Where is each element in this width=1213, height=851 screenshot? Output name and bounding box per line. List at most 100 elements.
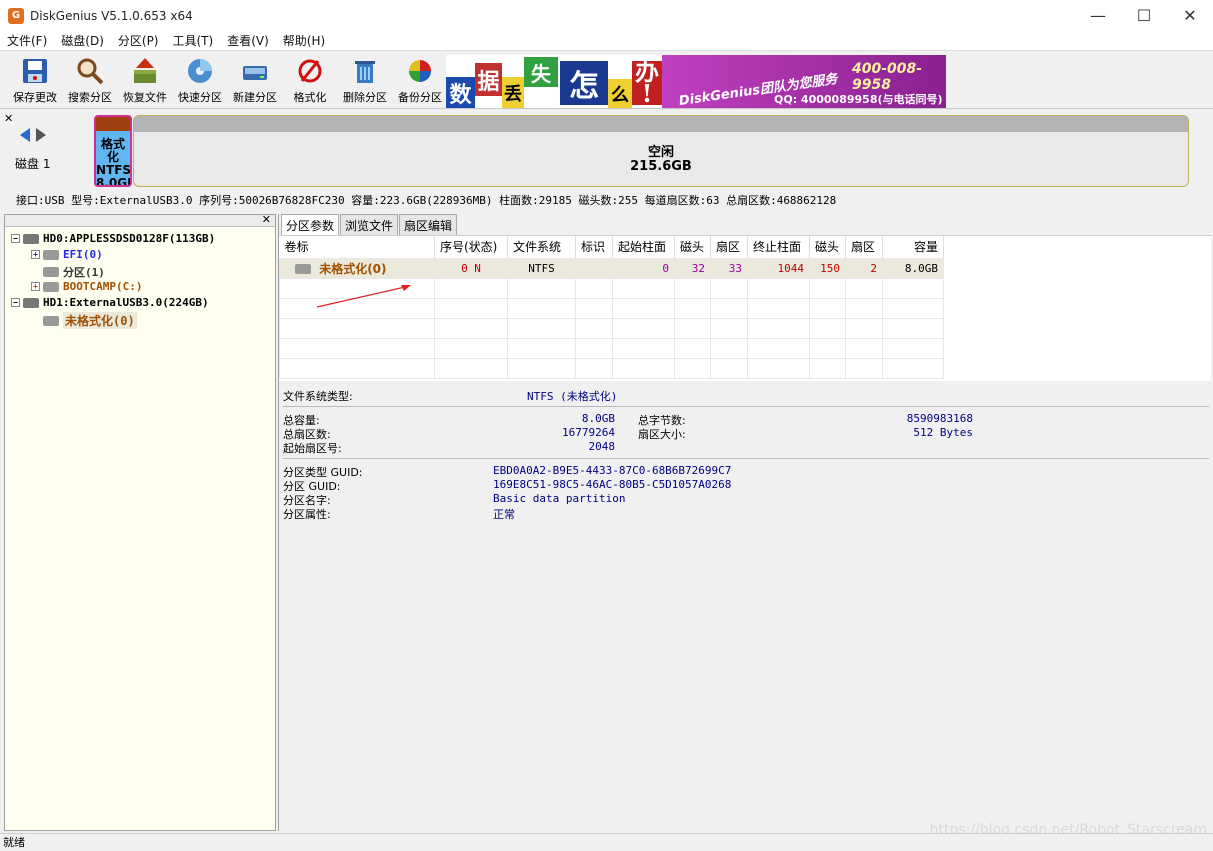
cell-start-sector: 33 <box>710 257 748 279</box>
col-end-cylinder[interactable]: 终止柱面 <box>747 236 810 258</box>
expand-icon[interactable]: + <box>31 250 40 259</box>
maximize-button[interactable]: ☐ <box>1121 0 1167 31</box>
col-start-cylinder[interactable]: 起始柱面 <box>612 236 675 258</box>
new-partition-button[interactable]: 新建分区 <box>228 55 282 107</box>
tree-hd0-label: HD0:APPLESSDSD0128F(113GB) <box>43 232 216 245</box>
collapse-icon[interactable]: − <box>11 298 20 307</box>
col-volume-label[interactable]: 卷标 <box>279 236 435 258</box>
part-guid-value: 169E8C51-98C5-46AC-80B5-C5D1057A0268 <box>493 478 732 491</box>
cell-index-status: 0 N <box>434 257 508 279</box>
banner-promo: DiskGenius团队为您服务 400-008-9958 QQ: 400008… <box>662 55 946 108</box>
tree-unformatted-label: 未格式化(0) <box>63 312 137 329</box>
collapse-icon[interactable]: − <box>11 234 20 243</box>
cell-id <box>575 257 613 279</box>
delete-partition-button[interactable]: 删除分区 <box>338 55 392 107</box>
tree-item-hd1[interactable]: − HD1:ExternalUSB3.0(224GB) <box>11 296 209 309</box>
partition-table: 卷标 序号(状态) 文件系统 标识 起始柱面 磁头 扇区 终止柱面 磁头 扇区 … <box>279 235 1211 381</box>
menu-tools[interactable]: 工具(T) <box>166 32 221 49</box>
sector-size-label: 扇区大小: <box>638 428 686 441</box>
toolbar: 保存更改 搜索分区 恢复文件 快速分区 新建分区 格式化 删除分区 备份分区 数… <box>0 53 1213 109</box>
tree-item-unformatted[interactable]: 未格式化(0) <box>43 312 137 329</box>
table-empty-row <box>279 337 944 359</box>
partition-icon <box>295 264 311 274</box>
partition-detail-panel: 分区参数 浏览文件 扇区编辑 卷标 序号(状态) 文件系统 标识 起始柱面 磁头… <box>278 214 1211 831</box>
col-end-sector[interactable]: 扇区 <box>845 236 883 258</box>
window-title: DiskGenius V5.1.0.653 x64 <box>30 8 193 23</box>
disk-tree-panel: ✕ − HD0:APPLESSDSD0128F(113GB) + EFI(0) … <box>4 213 276 831</box>
col-capacity[interactable]: 容量 <box>882 236 944 258</box>
search-partition-label: 搜索分区 <box>68 91 112 104</box>
menu-view[interactable]: 查看(V) <box>220 32 276 49</box>
partition-icon <box>43 281 59 292</box>
close-button[interactable]: ✕ <box>1167 0 1213 31</box>
quick-partition-button[interactable]: 快速分区 <box>173 55 227 107</box>
menu-file[interactable]: 文件(F) <box>0 32 54 49</box>
cell-filesystem: NTFS <box>507 257 576 279</box>
recover-files-button[interactable]: 恢复文件 <box>118 55 172 107</box>
start-sector-value: 2048 <box>588 440 616 453</box>
trash-icon <box>349 55 381 87</box>
tree-item-bootcamp[interactable]: + BOOTCAMP(C:) <box>31 280 142 293</box>
sector-size-value: 512 Bytes <box>913 426 973 439</box>
tab-partition-params[interactable]: 分区参数 <box>281 214 340 236</box>
free-space-block[interactable]: 空闲 215.6GB <box>133 115 1189 187</box>
banner-phone: 400-008-9958 <box>852 61 923 93</box>
tab-sector-edit[interactable]: 扇区编辑 <box>399 214 458 236</box>
tree-hd1-label: HD1:ExternalUSB3.0(224GB) <box>43 296 209 309</box>
title-bar: G DiskGenius V5.1.0.653 x64 — ☐ ✕ <box>0 0 1213 31</box>
type-guid-value: EBD0A0A2-B9E5-4433-87C0-68B6B72699C7 <box>493 464 732 477</box>
partition-block-line1: 格式化 <box>100 137 125 164</box>
col-id[interactable]: 标识 <box>575 236 613 258</box>
prev-disk-icon[interactable] <box>20 128 30 142</box>
col-filesystem[interactable]: 文件系统 <box>507 236 576 258</box>
total-sectors-value: 16779264 <box>562 426 615 439</box>
tree-item-part1[interactable]: 分区(1) <box>43 264 105 280</box>
col-start-head[interactable]: 磁头 <box>674 236 711 258</box>
save-changes-button[interactable]: 保存更改 <box>8 55 62 107</box>
cell-end-head: 150 <box>809 257 846 279</box>
banner-char-ban: 办 ! <box>632 60 662 108</box>
menu-disk[interactable]: 磁盘(D) <box>54 32 111 49</box>
promo-banner[interactable]: 数 据 丢 失 怎 么 办 ! DiskGenius团队为您服务 400-008… <box>446 55 946 108</box>
status-bar: 就绪 <box>0 833 1213 851</box>
cell-end-cylinder: 1044 <box>747 257 810 279</box>
format-label: 格式化 <box>293 91 327 104</box>
table-empty-row <box>279 357 944 379</box>
search-partition-button[interactable]: 搜索分区 <box>63 55 117 107</box>
menu-help[interactable]: 帮助(H) <box>276 32 332 49</box>
banner-exclaim: ! <box>641 79 653 108</box>
free-space-label: 空闲 <box>647 145 674 160</box>
save-icon <box>19 55 51 87</box>
close-tree-icon[interactable]: ✕ <box>262 213 271 226</box>
save-changes-label: 保存更改 <box>13 91 57 104</box>
minimize-button[interactable]: — <box>1075 0 1121 31</box>
next-disk-icon[interactable] <box>36 128 46 142</box>
tab-browse-files[interactable]: 浏览文件 <box>340 214 399 236</box>
format-button[interactable]: 格式化 <box>283 55 337 107</box>
disk-nav <box>20 128 46 142</box>
fs-type-row: 文件系统类型: NTFS (未格式化) <box>283 388 617 404</box>
disk-label: 磁盘 1 <box>15 157 51 171</box>
tree-item-hd0[interactable]: − HD0:APPLESSDSD0128F(113GB) <box>11 232 215 245</box>
tree-item-efi[interactable]: + EFI(0) <box>31 248 103 261</box>
harddisk-icon <box>23 297 39 308</box>
tree-efi-label: EFI(0) <box>63 248 103 261</box>
close-diskbar-icon[interactable]: ✕ <box>4 112 13 125</box>
tree-bootcamp-label: BOOTCAMP(C:) <box>63 280 143 293</box>
col-index-status[interactable]: 序号(状态) <box>434 236 508 258</box>
cell-end-sector: 2 <box>845 257 883 279</box>
cell-start-cylinder: 0 <box>612 257 675 279</box>
annotation-arrow-icon <box>316 285 411 308</box>
col-end-head[interactable]: 磁头 <box>809 236 846 258</box>
free-space-text: 空闲 215.6GB <box>134 146 1188 174</box>
menu-partition[interactable]: 分区(P) <box>111 32 166 49</box>
backup-partition-button[interactable]: 备份分区 <box>393 55 447 107</box>
expand-icon[interactable]: + <box>31 282 40 291</box>
table-row[interactable]: 未格式化(0) 0 N NTFS 0 32 33 1044 150 2 8.0G… <box>279 257 944 279</box>
part-name-value: Basic data partition <box>493 492 626 505</box>
col-start-sector[interactable]: 扇区 <box>710 236 748 258</box>
magnifier-icon <box>74 55 106 87</box>
unformatted-partition-block[interactable]: 格式化 NTFS 8.0GB <box>94 115 132 187</box>
start-sector-label: 起始扇区号: <box>283 442 342 455</box>
separator <box>283 406 1209 407</box>
